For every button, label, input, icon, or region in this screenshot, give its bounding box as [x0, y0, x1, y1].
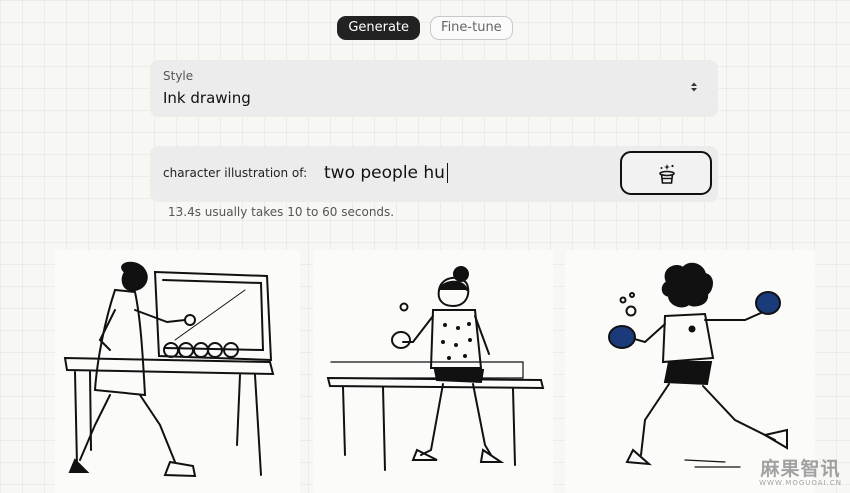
generation-timing: 13.4s usually takes 10 to 60 seconds. [168, 205, 395, 219]
watermark-url: WWW.MOGUOAI.CN [759, 479, 842, 487]
tab-fine-tune[interactable]: Fine-tune [430, 16, 513, 40]
watermark-logo: 麻果智讯 WWW.MOGUOAI.CN [759, 459, 842, 487]
generate-button[interactable] [620, 151, 712, 195]
magic-hat-icon [659, 164, 675, 184]
prompt-input[interactable] [324, 161, 604, 185]
ink-illustration-2 [326, 266, 545, 471]
generated-image-3[interactable] [565, 250, 815, 493]
watermark-text: 麻果智讯 [760, 458, 841, 480]
generated-image-1[interactable] [55, 250, 300, 493]
ink-illustration-1 [63, 261, 275, 478]
style-label: Style [163, 69, 194, 83]
text-caret [447, 163, 448, 183]
ink-illustration-3 [608, 262, 788, 468]
sort-arrows-icon [691, 82, 697, 92]
style-value: Ink drawing [163, 89, 251, 107]
tab-generate[interactable]: Generate [337, 16, 421, 40]
generated-image-2[interactable] [313, 250, 553, 493]
style-select[interactable]: Style Ink drawing [150, 60, 718, 117]
prompt-prefix-label: character illustration of: [163, 166, 308, 180]
mode-tabs: Generate Fine-tune [0, 16, 850, 40]
